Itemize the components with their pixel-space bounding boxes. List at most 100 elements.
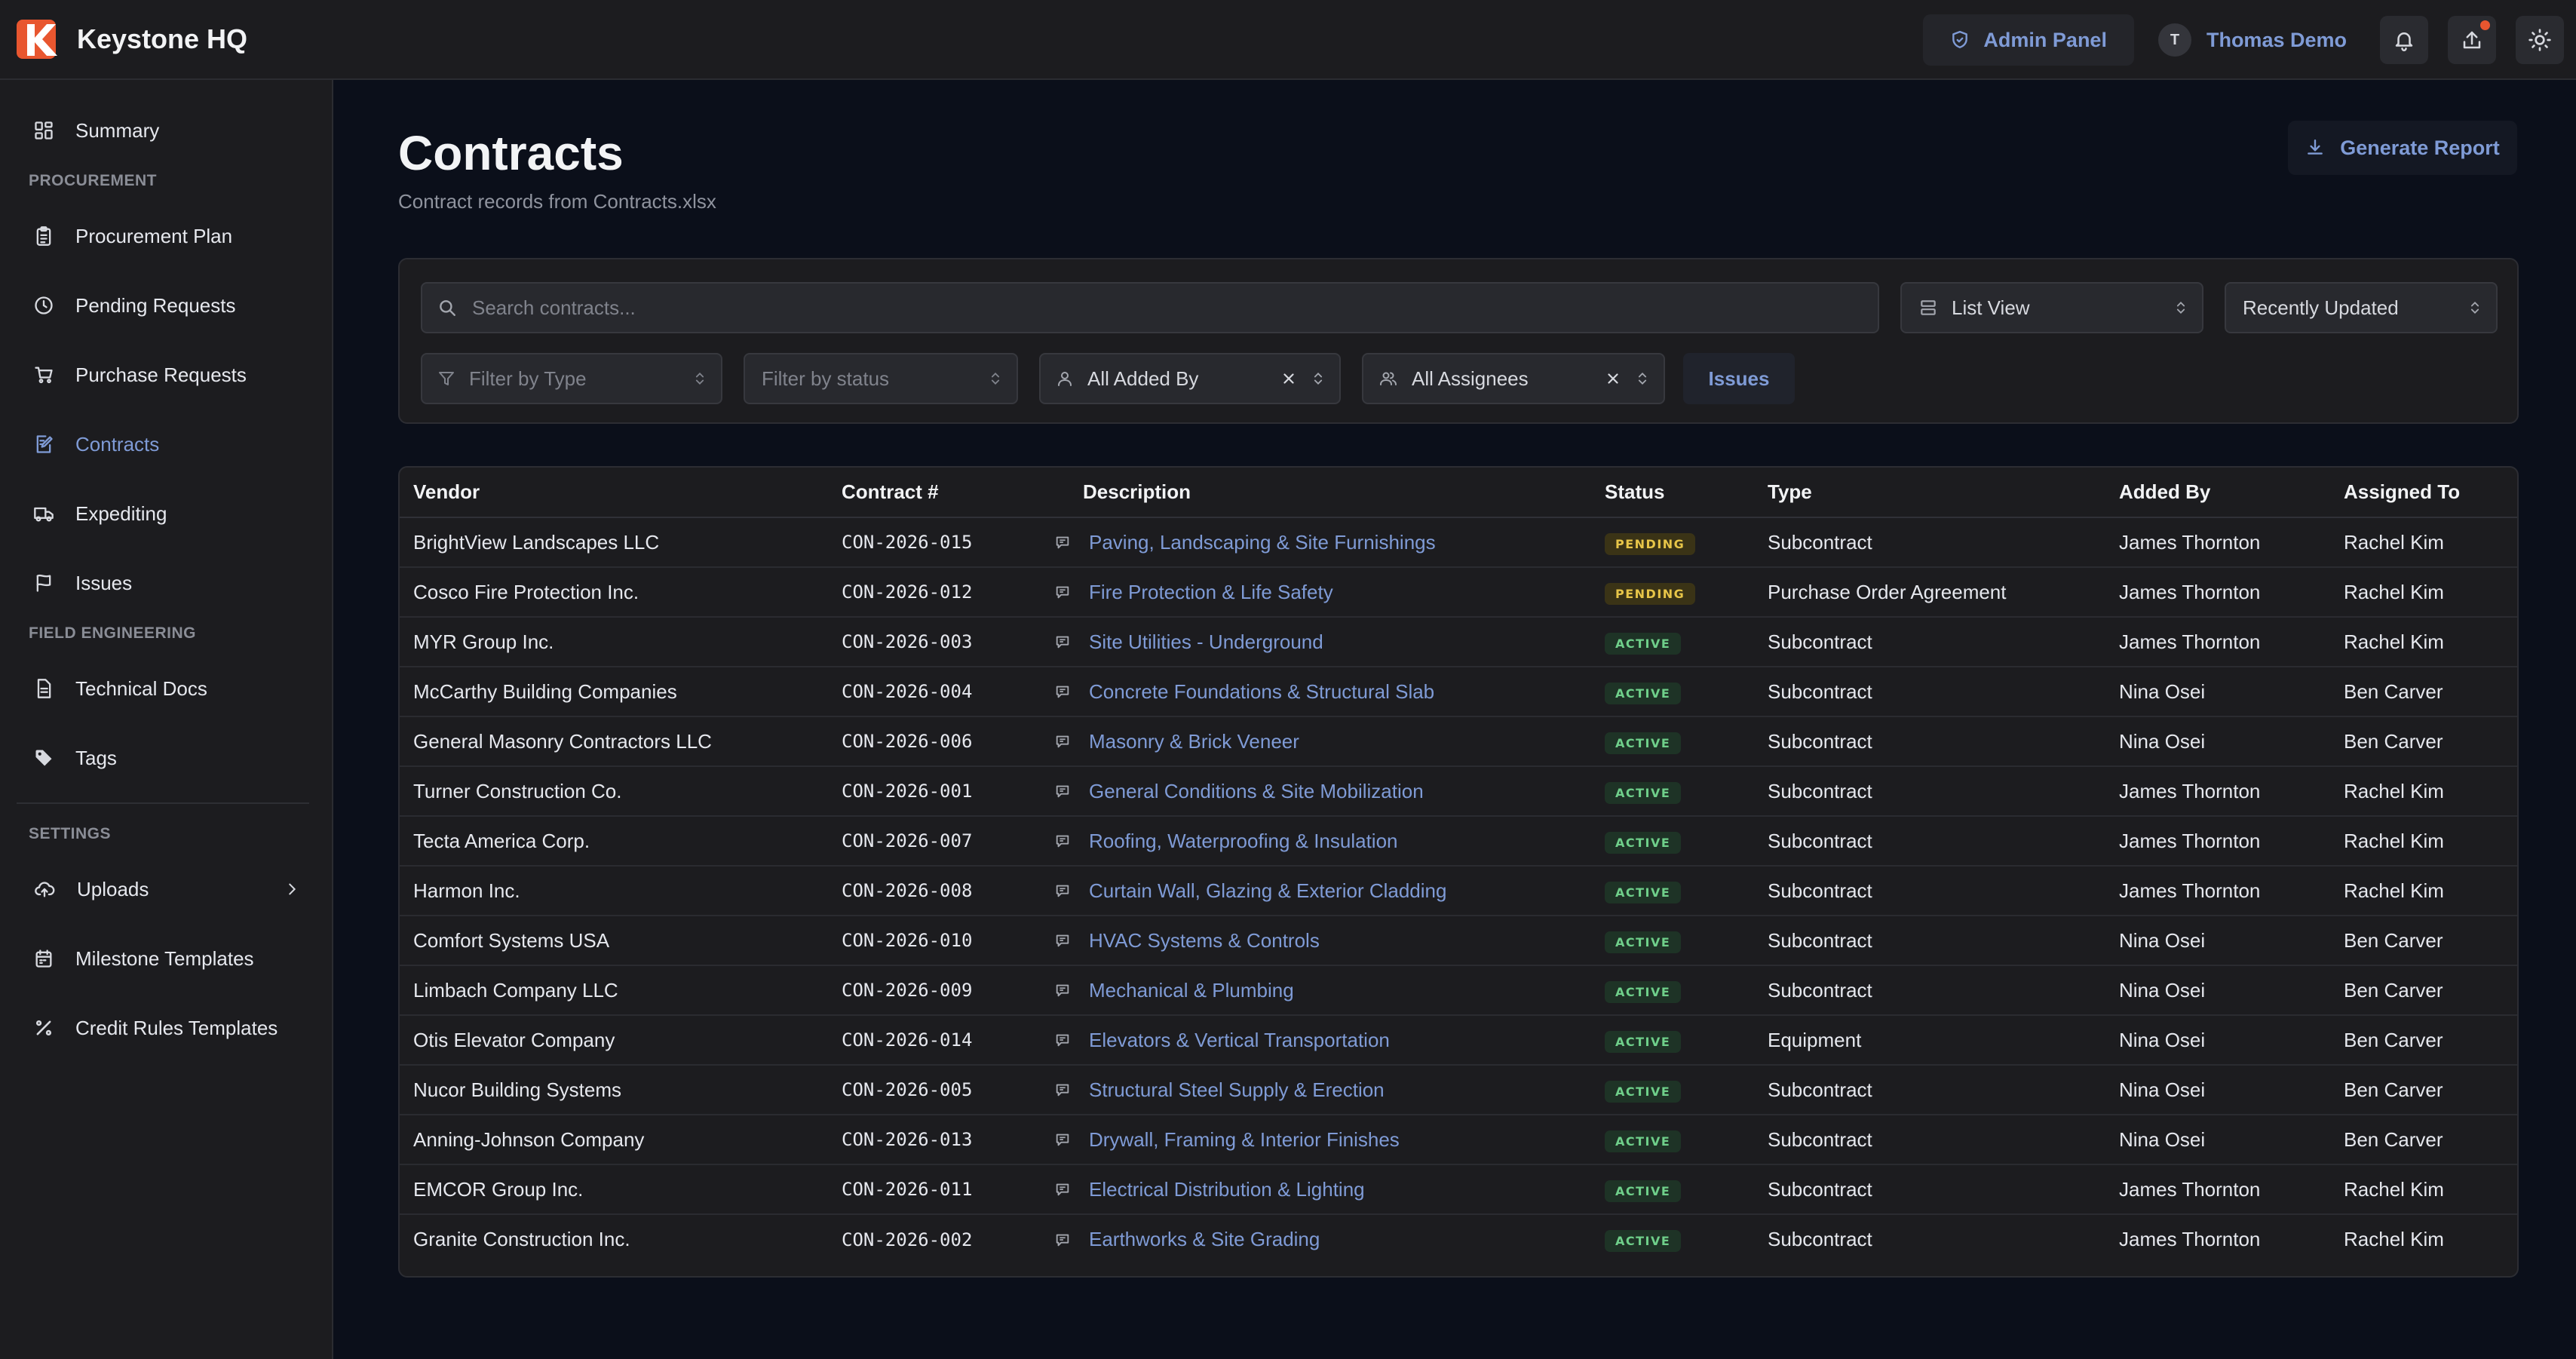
description-link[interactable]: Roofing, Waterproofing & Insulation [1089, 830, 1398, 853]
sidebar-item-contracts[interactable]: Contracts [17, 418, 317, 471]
sidebar-item-label: Expediting [75, 502, 167, 525]
comment-icon[interactable] [1054, 584, 1071, 600]
comment-icon[interactable] [1054, 882, 1071, 899]
description-link[interactable]: Structural Steel Supply & Erection [1089, 1078, 1385, 1102]
description-link[interactable]: Site Utilities - Underground [1089, 630, 1323, 654]
sidebar-item-credit-rules-templates[interactable]: Credit Rules Templates [17, 1002, 317, 1054]
sidebar-item-procurement-plan[interactable]: Procurement Plan [17, 210, 317, 262]
table-row[interactable]: BrightView Landscapes LLC CON-2026-015 P… [400, 517, 2517, 568]
comment-icon[interactable] [1054, 1081, 1071, 1098]
comment-icon[interactable] [1054, 1032, 1071, 1048]
comment-icon[interactable] [1054, 1181, 1071, 1198]
assigned-to-cell: Ben Carver [2330, 916, 2517, 966]
table-row[interactable]: Limbach Company LLC CON-2026-009 Mechani… [400, 965, 2517, 1016]
status-filter-select[interactable]: Filter by status [744, 353, 1018, 404]
contract-number-cell: CON-2026-010 [828, 916, 1038, 966]
comment-icon[interactable] [1054, 633, 1071, 650]
table-row[interactable]: Harmon Inc. CON-2026-008 Curtain Wall, G… [400, 866, 2517, 916]
table-row[interactable]: Cosco Fire Protection Inc. CON-2026-012 … [400, 567, 2517, 618]
search-box[interactable] [421, 282, 1879, 333]
column-header-contract[interactable]: Contract # [828, 468, 1038, 518]
table-row[interactable]: General Masonry Contractors LLC CON-2026… [400, 716, 2517, 767]
sidebar-item-purchase-requests[interactable]: Purchase Requests [17, 348, 317, 401]
comment-icon[interactable] [1054, 683, 1071, 700]
description-link[interactable]: Mechanical & Plumbing [1089, 979, 1294, 1002]
description-cell: Concrete Foundations & Structural Slab [1038, 667, 1591, 717]
column-header-description[interactable]: Description [1038, 468, 1591, 518]
sidebar-item-issues[interactable]: Issues [17, 557, 317, 609]
added-by-filter-select[interactable]: All Added By [1039, 353, 1341, 404]
column-header-status[interactable]: Status [1591, 468, 1754, 518]
issues-filter-button[interactable]: Issues [1683, 353, 1795, 404]
status-cell: PENDING [1591, 517, 1754, 568]
type-filter-select[interactable]: Filter by Type [421, 353, 722, 404]
description-link[interactable]: Earthworks & Site Grading [1089, 1228, 1320, 1251]
generate-report-button[interactable]: Generate Report [2288, 121, 2517, 175]
description-link[interactable]: Paving, Landscaping & Site Furnishings [1089, 531, 1436, 554]
comment-icon[interactable] [1054, 932, 1071, 949]
description-link[interactable]: Elevators & Vertical Transportation [1089, 1029, 1390, 1052]
user-menu[interactable]: T Thomas Demo [2157, 23, 2347, 57]
upload-button[interactable] [2448, 16, 2496, 64]
document-icon [37, 679, 51, 698]
table-row[interactable]: Turner Construction Co. CON-2026-001 Gen… [400, 766, 2517, 817]
description-link[interactable]: Electrical Distribution & Lighting [1089, 1178, 1365, 1201]
theme-toggle-button[interactable] [2516, 16, 2564, 64]
assigned-to-cell: Ben Carver [2330, 716, 2517, 767]
app-name: Keystone HQ [77, 23, 248, 54]
comment-icon[interactable] [1054, 1232, 1071, 1248]
description-link[interactable]: Drywall, Framing & Interior Finishes [1089, 1128, 1400, 1152]
comment-icon[interactable] [1054, 534, 1071, 551]
status-badge: ACTIVE [1605, 732, 1682, 754]
column-header-added-by[interactable]: Added By [2105, 468, 2330, 518]
user-name: Thomas Demo [2206, 28, 2347, 51]
comment-icon[interactable] [1054, 783, 1071, 799]
comment-icon[interactable] [1054, 833, 1071, 849]
added-by-cell: Nina Osei [2105, 965, 2330, 1016]
search-input[interactable] [472, 296, 1829, 320]
column-header-vendor[interactable]: Vendor [400, 468, 828, 518]
sidebar-item-uploads[interactable]: Uploads [17, 863, 317, 916]
sidebar-item-technical-docs[interactable]: Technical Docs [17, 662, 317, 715]
description-link[interactable]: Curtain Wall, Glazing & Exterior Claddin… [1089, 879, 1446, 903]
table-row[interactable]: McCarthy Building Companies CON-2026-004… [400, 667, 2517, 717]
calendar-icon [35, 949, 52, 968]
column-header-type[interactable]: Type [1754, 468, 2105, 518]
status-badge: PENDING [1605, 582, 1696, 605]
table-row[interactable]: MYR Group Inc. CON-2026-003 Site Utiliti… [400, 617, 2517, 667]
description-link[interactable]: HVAC Systems & Controls [1089, 929, 1320, 953]
sun-icon [2528, 29, 2551, 51]
comment-icon[interactable] [1054, 733, 1071, 750]
section-label-settings: SETTINGS [29, 825, 112, 842]
comment-icon[interactable] [1054, 1131, 1071, 1148]
brand[interactable]: Keystone HQ [17, 17, 247, 62]
table-row[interactable]: Nucor Building Systems CON-2026-005 Stru… [400, 1065, 2517, 1115]
table-row[interactable]: EMCOR Group Inc. CON-2026-011 Electrical… [400, 1164, 2517, 1215]
assignees-filter-select[interactable]: All Assignees [1362, 353, 1665, 404]
status-filter-placeholder: Filter by status [762, 367, 890, 390]
table-row[interactable]: Comfort Systems USA CON-2026-010 HVAC Sy… [400, 916, 2517, 966]
sidebar-item-pending-requests[interactable]: Pending Requests [17, 279, 317, 332]
admin-panel-button[interactable]: Admin Panel [1923, 14, 2134, 66]
sort-select[interactable]: Recently Updated [2225, 282, 2498, 333]
description-link[interactable]: Masonry & Brick Veneer [1089, 730, 1299, 753]
table-row[interactable]: Otis Elevator Company CON-2026-014 Eleva… [400, 1015, 2517, 1066]
description-link[interactable]: Fire Protection & Life Safety [1089, 581, 1333, 604]
description-link[interactable]: General Conditions & Site Mobilization [1089, 780, 1424, 803]
table-row[interactable]: Anning-Johnson Company CON-2026-013 Dryw… [400, 1115, 2517, 1165]
clear-icon[interactable] [1280, 370, 1297, 387]
table-row[interactable]: Granite Construction Inc. CON-2026-002 E… [400, 1214, 2517, 1264]
view-select[interactable]: List View [1900, 282, 2203, 333]
sort-select-value: Recently Updated [2243, 296, 2399, 319]
sidebar-item-tags[interactable]: Tags [17, 732, 317, 784]
comment-icon[interactable] [1054, 982, 1071, 999]
sidebar-item-milestone-templates[interactable]: Milestone Templates [17, 932, 317, 985]
description-link[interactable]: Concrete Foundations & Structural Slab [1089, 680, 1434, 704]
column-header-assigned-to[interactable]: Assigned To [2330, 468, 2517, 518]
table-row[interactable]: Tecta America Corp. CON-2026-007 Roofing… [400, 816, 2517, 867]
type-cell: Subcontract [1754, 1115, 2105, 1165]
sidebar-item-summary[interactable]: Summary [17, 104, 317, 157]
sidebar-item-expediting[interactable]: Expediting [17, 487, 317, 540]
notifications-button[interactable] [2380, 16, 2428, 64]
clear-icon[interactable] [1605, 370, 1621, 387]
